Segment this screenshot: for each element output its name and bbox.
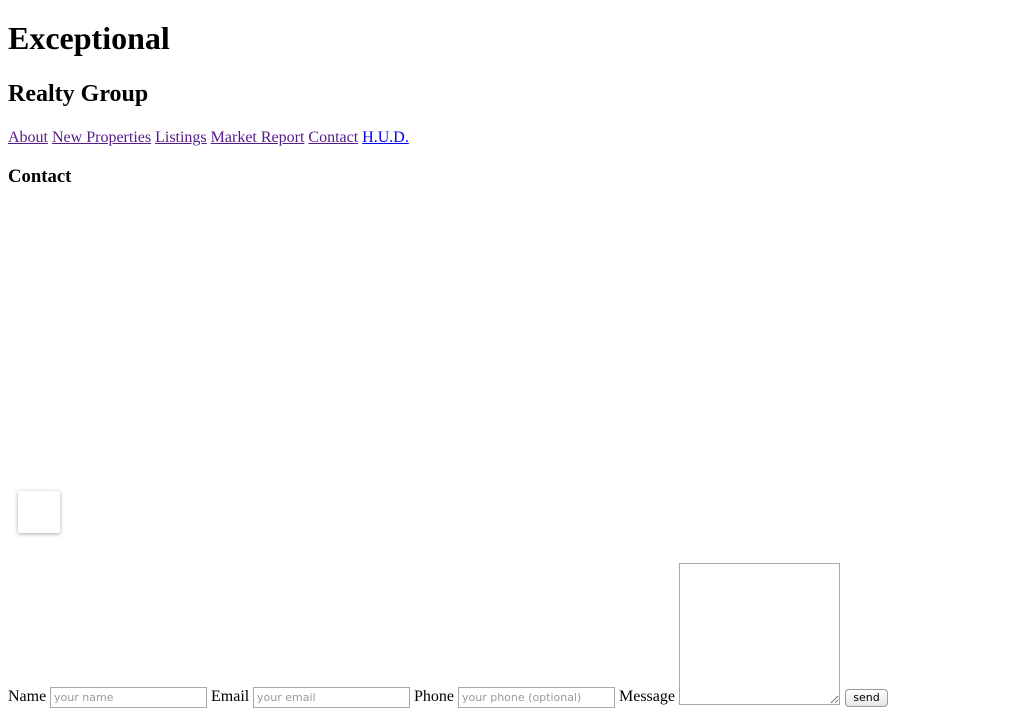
main-nav: About New Properties Listings Market Rep… bbox=[8, 128, 409, 148]
email-label: Email bbox=[211, 688, 250, 705]
site-title: Exceptional bbox=[8, 20, 170, 56]
email-input[interactable] bbox=[253, 687, 410, 708]
name-label: Name bbox=[8, 688, 47, 705]
map-control-button[interactable] bbox=[18, 491, 60, 533]
nav-link-market-report[interactable]: Market Report bbox=[211, 129, 305, 146]
site-subtitle: Realty Group bbox=[8, 81, 149, 107]
phone-input[interactable] bbox=[458, 687, 615, 708]
nav-link-about[interactable]: About bbox=[8, 129, 48, 146]
message-label: Message bbox=[619, 688, 675, 705]
section-heading: Contact bbox=[8, 166, 72, 187]
phone-label: Phone bbox=[414, 688, 454, 705]
nav-link-contact[interactable]: Contact bbox=[308, 129, 358, 146]
message-textarea[interactable] bbox=[679, 563, 840, 705]
nav-link-hud[interactable]: H.U.D. bbox=[362, 129, 409, 146]
send-button[interactable]: send bbox=[845, 689, 888, 707]
contact-form: Name Email Phone Message send bbox=[8, 562, 908, 712]
nav-link-listings[interactable]: Listings bbox=[155, 129, 207, 146]
nav-link-new-properties[interactable]: New Properties bbox=[52, 129, 151, 146]
name-input[interactable] bbox=[50, 687, 207, 708]
